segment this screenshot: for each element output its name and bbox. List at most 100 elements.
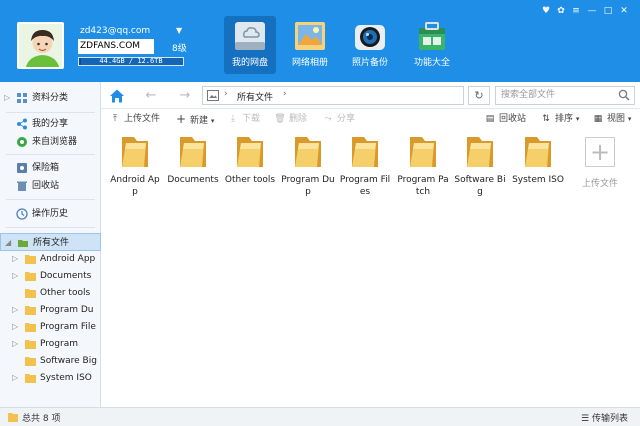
tree-item[interactable]: Other tools (0, 285, 101, 301)
expand-arrow-icon[interactable]: ▷ (12, 336, 18, 352)
tab-label: 网络相册 (291, 58, 328, 68)
new-button[interactable]: + 新建 ▾ (175, 111, 214, 127)
path-segment[interactable]: 所有文件 (237, 90, 273, 103)
item-count: 总共 8 项 (8, 411, 60, 424)
tree-item[interactable]: Software Big (0, 353, 101, 369)
sidebar-item-label: 操作历史 (32, 209, 69, 219)
folder-item[interactable]: Program Dup (281, 133, 335, 198)
folder-name: Documents (167, 175, 219, 185)
view-button[interactable]: ▦ 视图 ▾ (592, 111, 632, 127)
transfer-list-button[interactable]: ☰ 传输列表 (581, 411, 628, 424)
share-button[interactable]: ⤳ 分享 (322, 111, 355, 127)
folder-name: Program Patch (397, 175, 449, 197)
expand-arrow-icon[interactable]: ▷ (4, 89, 10, 107)
tab-label: 我的网盘 (231, 58, 268, 68)
view-label: 视图 (607, 114, 626, 124)
skin-icon[interactable]: ✿ (554, 6, 568, 16)
sidebar-item-label: 回收站 (32, 181, 60, 191)
sidebar-item-safe[interactable]: 保险箱 (0, 159, 101, 177)
folder-item[interactable]: Program Patch (396, 133, 450, 198)
folder-item[interactable]: Documents (166, 133, 220, 186)
tree-item[interactable]: ▷ Program (0, 336, 101, 352)
menu-icon[interactable]: ≡ (569, 6, 583, 16)
tab-photo-backup[interactable]: 照片备份 (344, 16, 396, 74)
folder-icon (467, 137, 493, 167)
folder-icon (25, 340, 36, 349)
folder-name: Other tools (224, 175, 276, 185)
refresh-button[interactable]: ↻ (468, 86, 490, 105)
folder-name: Android App (110, 175, 160, 197)
forward-arrow-icon: → (179, 88, 191, 103)
folder-icon (180, 137, 206, 167)
item-count-text: 总共 8 项 (22, 414, 61, 424)
sidebar-divider (6, 154, 95, 155)
tree-item[interactable]: ▷ Program File (0, 319, 101, 335)
sidebar: ▷ 资料分类 我的分享 来自浏览器 保险箱 回收站 操作历史 ◢ 所有文件 ▷ … (0, 82, 101, 407)
minimize-icon[interactable]: — (585, 6, 599, 16)
recycle-bin-button[interactable]: ▤ 回收站 (484, 111, 526, 127)
path-separator-icon[interactable]: › (224, 89, 228, 99)
sidebar-item-categories[interactable]: ▷ 资料分类 (0, 89, 101, 107)
expand-arrow-icon[interactable]: ▷ (12, 370, 18, 386)
sidebar-item-all-files[interactable]: ◢ 所有文件 (0, 233, 101, 251)
tree-item-label: Other tools (40, 288, 91, 298)
back-button[interactable]: ← (142, 87, 160, 105)
sidebar-item-from-browser[interactable]: 来自浏览器 (0, 133, 101, 151)
download-button[interactable]: ⤓ 下载 (227, 111, 260, 127)
tab-my-disk[interactable]: 我的网盘 (224, 16, 276, 74)
path-field[interactable]: › 所有文件 › (202, 86, 464, 105)
maximize-icon[interactable]: □ (601, 6, 615, 16)
browser-icon (17, 137, 27, 147)
plus-icon: + (585, 137, 615, 167)
grid-view-icon: ▦ (593, 114, 603, 124)
account-dropdown-icon[interactable]: ▼ (176, 26, 182, 35)
top-header: zd423@qq.com ▼ ZDFANS.COM 8级 44.4GB / 12… (0, 0, 640, 82)
search-icon[interactable] (618, 89, 630, 101)
sort-button[interactable]: ⇅ 排序 ▾ (540, 111, 579, 127)
sidebar-item-my-shares[interactable]: 我的分享 (0, 115, 101, 133)
pin-icon[interactable]: ♥ (539, 6, 553, 16)
delete-button[interactable]: 🗑 删除 (274, 111, 307, 127)
tree-item[interactable]: ▷ Documents (0, 268, 101, 284)
chevron-down-icon: ▾ (575, 115, 580, 123)
tree-item-label: Program (40, 339, 78, 349)
user-name[interactable]: ZDFANS.COM (78, 39, 154, 54)
collapse-arrow-icon[interactable]: ◢ (5, 234, 11, 252)
tab-all-features[interactable]: 功能大全 (406, 16, 458, 74)
tree-item[interactable]: ▷ System ISO (0, 370, 101, 386)
tree-item-label: Software Big (40, 356, 97, 366)
home-button[interactable] (108, 87, 126, 105)
sidebar-item-label: 保险箱 (32, 163, 60, 173)
close-icon[interactable]: ✕ (617, 6, 631, 16)
folder-item[interactable]: Other tools (223, 133, 277, 186)
tree-item[interactable]: ▷ Program Du (0, 302, 101, 318)
upload-icon: ⤒ (113, 114, 117, 124)
tree-item[interactable]: ▷ Android App (0, 251, 101, 267)
forward-button[interactable]: → (176, 87, 194, 105)
path-location-icon (207, 90, 219, 101)
storage-quota-text: 44.4GB / 12.6TB (99, 57, 163, 65)
path-separator-icon[interactable]: › (283, 89, 287, 99)
expand-arrow-icon[interactable]: ▷ (12, 319, 18, 335)
sidebar-item-history[interactable]: 操作历史 (0, 205, 101, 223)
chevron-down-icon: ▾ (627, 115, 632, 123)
tab-photo-album[interactable]: 网络相册 (284, 16, 336, 74)
folder-item[interactable]: Program Files (338, 133, 392, 198)
search-input[interactable]: 搜索全部文件 (495, 86, 635, 105)
folder-item[interactable]: Android App (108, 133, 162, 198)
upload-tile[interactable]: + 上传文件 (573, 133, 627, 189)
folder-item[interactable]: Software Big (453, 133, 507, 198)
folder-icon (525, 137, 551, 167)
expand-arrow-icon[interactable]: ▷ (12, 268, 18, 284)
sidebar-item-recycle-bin[interactable]: 回收站 (0, 177, 101, 195)
toolbar: ⤒ 上传文件 + 新建 ▾ ⤓ 下载 🗑 删除 ⤳ 分享 ▤ 回收站 ⇅ 排序 ▾ ▦ 视图 ▾ (101, 109, 640, 129)
status-bar: 总共 8 项 ☰ 传输列表 (0, 407, 640, 426)
upload-label: 上传文件 (124, 114, 161, 124)
expand-arrow-icon[interactable]: ▷ (12, 302, 18, 318)
upload-button[interactable]: ⤒ 上传文件 (109, 111, 160, 127)
back-arrow-icon: ← (145, 88, 157, 103)
expand-arrow-icon[interactable]: ▷ (12, 251, 18, 267)
user-avatar[interactable] (17, 22, 64, 69)
folder-item[interactable]: System ISO (511, 133, 565, 186)
upload-tile-label: 上传文件 (581, 179, 618, 189)
